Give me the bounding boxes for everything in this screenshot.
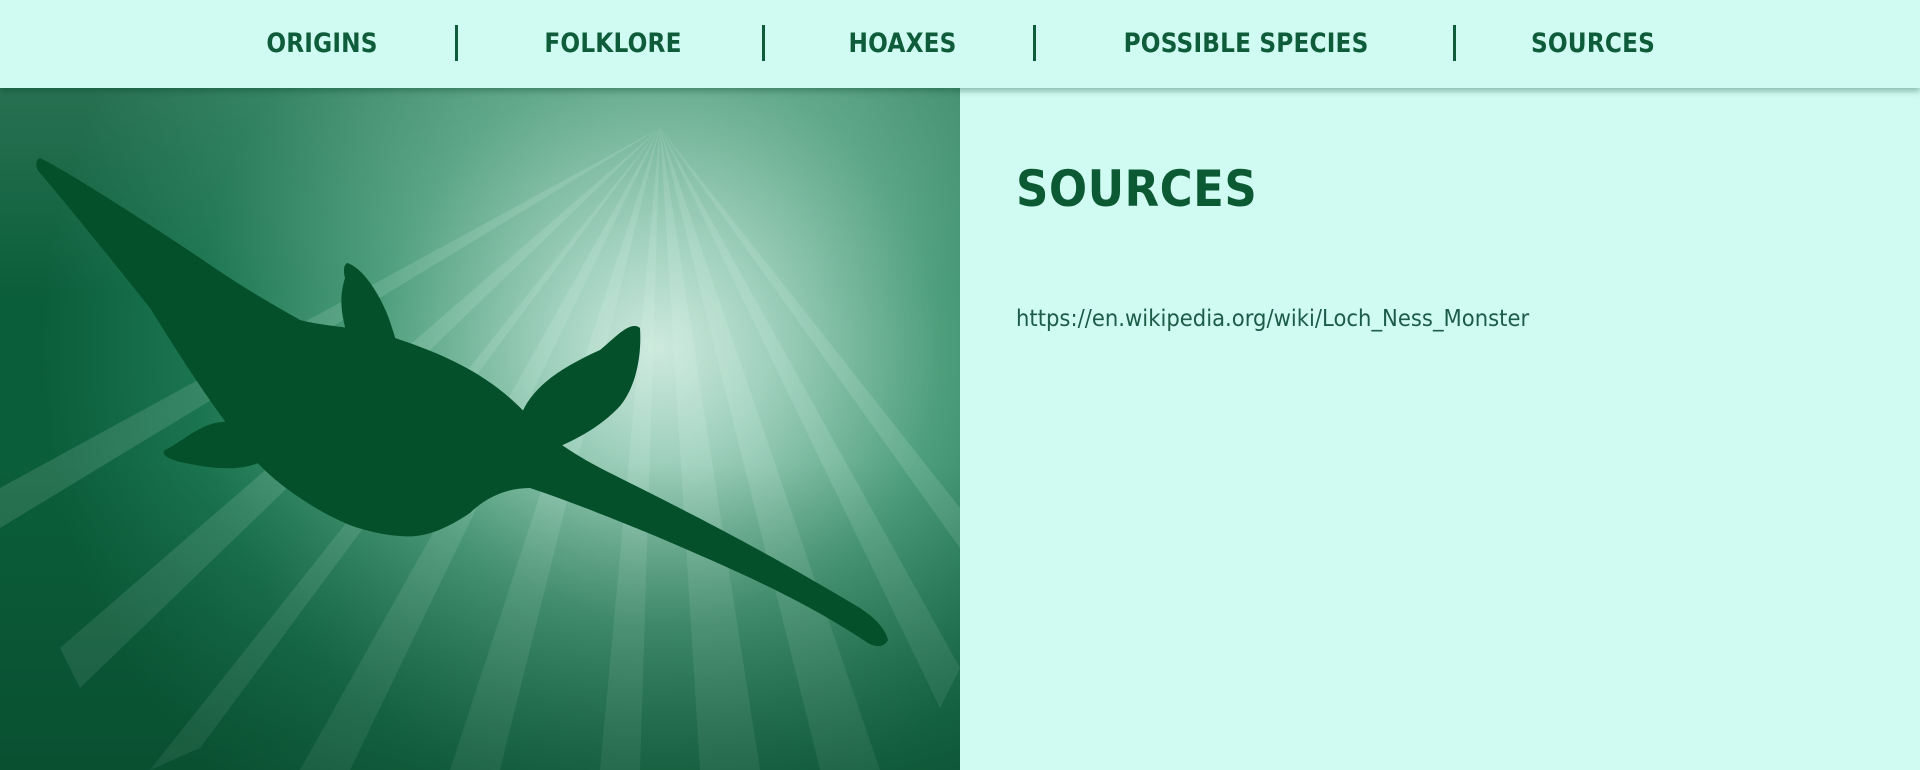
- hero-image: [0, 88, 960, 770]
- sources-section: SOURCES https://en.wikipedia.org/wiki/Lo…: [960, 88, 1920, 770]
- plesiosaur-illustration: [0, 88, 960, 770]
- nav-link-folklore[interactable]: FOLKLORE: [543, 24, 682, 64]
- nav-separator: [455, 25, 458, 61]
- nav-separator: [1033, 25, 1036, 61]
- nav-link-hoaxes[interactable]: HOAXES: [849, 24, 957, 64]
- nav-separator: [762, 25, 765, 61]
- nav-link-possible-species[interactable]: POSSIBLE SPECIES: [1124, 24, 1369, 64]
- source-link-wikipedia[interactable]: https://en.wikipedia.org/wiki/Loch_Ness_…: [1016, 306, 1529, 332]
- top-navigation: ORIGINS FOLKLORE HOAXES POSSIBLE SPECIES…: [0, 0, 1920, 88]
- nav-link-sources[interactable]: SOURCES: [1526, 24, 1660, 64]
- nav-link-origins[interactable]: ORIGINS: [262, 24, 382, 64]
- page-title: SOURCES: [1016, 160, 1258, 218]
- nav-separator: [1453, 25, 1456, 61]
